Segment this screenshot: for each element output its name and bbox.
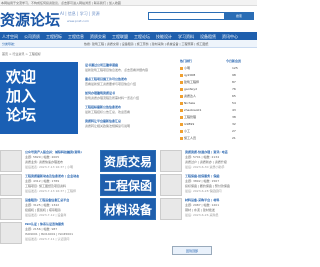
- forum-section: 设备租赁: 工程设备信息汇总平台 主题: 3125 | 帖数: 1342 挖掘机…: [0, 198, 257, 222]
- section-stats: 主题: 2987 | 帖数: 1201: [185, 203, 220, 207]
- section-desc: 钢材 | 水泥 | 建材批发: [185, 208, 215, 212]
- section-last-post[interactable]: 最后发表: 2023-7-13 16:37 | 小明: [25, 165, 73, 169]
- ranking-row[interactable]: zhaobiao01 43: [180, 108, 236, 112]
- top-notice-text: 本网站用于交流学习，不构成任何投资建议，点击即可进入网站浏览 | 联系我们 | …: [1, 1, 121, 5]
- section-title[interactable]: 材料设备·采购平台 | 材料: [185, 198, 219, 202]
- section-thumbnail[interactable]: [0, 150, 22, 172]
- news-list: 证书通过公司互建承诺函 最新建筑工程项目信息发布，点击查看详细内容 重点工程项目…: [81, 62, 175, 134]
- section-desc: 资质业务: 资质快速办理发布: [25, 160, 63, 164]
- section-last-post[interactable]: 最后发表: 2023-7-11 | 认证顾问: [25, 237, 69, 241]
- section-title[interactable]: 工程资质最新动态及信息发布 | 企业动态: [25, 174, 79, 178]
- section-thumbnail[interactable]: [0, 222, 22, 244]
- section-thumbnail[interactable]: [160, 174, 182, 196]
- ranking-head: 热门排行 今日新会员: [178, 58, 255, 64]
- new-members-title[interactable]: 今日新会员: [226, 59, 241, 63]
- section-thumbnail[interactable]: [0, 174, 22, 196]
- section-stats: 主题: 5829 | 帖数: 2005: [25, 155, 60, 159]
- ad-banner[interactable]: 资质交易: [100, 150, 156, 172]
- section-thumbnail[interactable]: [0, 198, 22, 220]
- forum-section: 工程资质最新动态及信息发布 | 企业动态 主题: 4312 | 帖数: 1789…: [0, 174, 257, 198]
- ad-banner[interactable]: 工程保函: [100, 174, 156, 196]
- ad-banner[interactable]: 材料设备: [100, 198, 156, 220]
- user-icon: [180, 87, 183, 91]
- user-icon: [180, 115, 183, 119]
- section-stats: 主题: 3892 | 帖数: 1567: [185, 179, 220, 183]
- section-last-post[interactable]: 最后: 2023-6-26 采购员: [185, 213, 218, 217]
- user-icon: [180, 129, 183, 133]
- section-last-post[interactable]: 最后: 2023-6-30 资质小助手: [185, 165, 224, 169]
- section-title[interactable]: 工程保函·担保服务 | 保函: [185, 174, 219, 178]
- section-desc: 挖掘机 | 装载机 | 塔吊租赁: [25, 208, 61, 212]
- forum-section: 公众号资产入股合并：城际科技融资(资料) 主题: 5829 | 帖数: 2005…: [0, 150, 257, 174]
- section-title[interactable]: 设备租赁: 工程设备信息汇总平台: [25, 198, 69, 202]
- section-desc: 工程项目: 施工图纸及项目资料: [25, 184, 66, 188]
- ranking-panel: 热门排行 今日新会员 小明 125 qy2008 98 建筑工程师 87 gaofei…: [178, 58, 255, 146]
- section-thumbnail[interactable]: [160, 198, 182, 220]
- user-icon: [180, 80, 183, 84]
- section-desc: 资质过户 | 资质新办 | 资质升级: [185, 160, 227, 164]
- section-stats: 主题: 5701 | 帖数: 2134: [185, 155, 220, 159]
- section-stats: 主题: 3125 | 帖数: 1342: [25, 203, 60, 207]
- user-icon: [180, 66, 183, 70]
- news-title[interactable]: 工程招标最新公告信息发布: [85, 105, 121, 109]
- user-icon: [180, 122, 183, 126]
- ranking-row[interactable]: 施工人员 21: [180, 136, 236, 140]
- news-title[interactable]: 如何办理建筑资质证书: [85, 91, 115, 95]
- section-stats: 主题: 2156 | 帖数: 987: [25, 227, 58, 231]
- site-slogan: AI | 信息 | 学习 | 资源: [60, 11, 100, 16]
- breadcrumb[interactable]: 首页 > 行业资讯 > 工程招标: [2, 52, 41, 56]
- news-desc: 资质转让相关政策法规解读与说明: [85, 124, 131, 128]
- section-title[interactable]: 资质资质·快速办理 | 资讯: 电话: [185, 150, 228, 154]
- section-last-post[interactable]: 最后发表: 2023-7-12 | 设备商: [25, 213, 66, 217]
- ranking-row[interactable]: Nichele 54: [180, 101, 236, 105]
- welcome-banner[interactable]: 欢迎 加入 论坛: [0, 62, 78, 134]
- section-desc: 投标保函 | 履约保函 | 预付款保函: [185, 184, 230, 188]
- banner-text: 欢迎 加入 论坛: [6, 68, 37, 124]
- ranking-title[interactable]: 热门排行: [180, 59, 192, 63]
- hot-search-links[interactable]: 热搜: 建筑工程 | 资质交易 | 设备租赁 | 施工劳务 | 建材采购 | 机…: [84, 42, 208, 46]
- main-nav: 人才空间 公司资质 工程招标 工程信息 资质交易 工程联盟 工程论坛 技能设计 …: [0, 32, 257, 40]
- section-desc: ISO9001 | ISO14001 | ISO45001: [25, 232, 74, 236]
- user-icon: [180, 94, 183, 98]
- news-title[interactable]: 证书通过公司互建承诺函: [85, 63, 118, 67]
- sub-nav-label: 分类导航：: [2, 42, 18, 46]
- ranking-row[interactable]: lx9899 32: [180, 122, 236, 126]
- section-last-post[interactable]: 最后: 2023-6-28 保函顾问: [185, 189, 221, 193]
- ranking-row[interactable]: 工程管理 38: [180, 115, 236, 119]
- news-desc: 建筑资质办理流程及所需材料一览表介绍: [85, 96, 140, 100]
- section-title[interactable]: 公众号资产入股合并：城际科技融资(资料): [25, 150, 82, 154]
- site-header: 资源论坛 AI | 信息 | 学习 | 资源 www.pnzt.com 搜索: [0, 6, 257, 32]
- news-desc: 最新工程招标公告汇总，欢迎查看: [85, 110, 131, 114]
- section-thumbnail[interactable]: [160, 150, 182, 172]
- search-button[interactable]: 搜索: [224, 12, 254, 20]
- ranking-row[interactable]: 小工 27: [180, 129, 236, 133]
- site-url: www.pnzt.com: [67, 19, 89, 23]
- user-icon: [180, 108, 183, 112]
- news-title[interactable]: 资质转让平台最新信息汇总: [85, 119, 121, 123]
- sub-nav: 分类导航： 热搜: 建筑工程 | 资质交易 | 设备租赁 | 施工劳务 | 建材…: [0, 40, 257, 48]
- news-desc: 最新建筑工程项目信息发布，点击查看详细内容: [85, 68, 149, 72]
- ranking-row[interactable]: gaofeiyd 76: [180, 87, 236, 91]
- section-last-post[interactable]: 最后发表: 2023-7-13 16:37 | 工程师: [25, 189, 76, 193]
- ranking-row[interactable]: 资质达人 65: [180, 94, 236, 98]
- news-title[interactable]: 重点工程项目施工许可公告发布: [85, 77, 127, 81]
- back-to-top-button[interactable]: 回到顶部: [172, 246, 212, 255]
- ranking-row[interactable]: 小明 125: [180, 66, 238, 70]
- ranking-row[interactable]: 建筑工程师 87: [180, 80, 236, 84]
- section-stats: 主题: 4312 | 帖数: 1789: [25, 179, 60, 183]
- user-icon: [180, 73, 183, 77]
- section-title[interactable]: ISO认证 | 体系认证咨询服务: [25, 222, 64, 226]
- user-icon: [180, 136, 183, 140]
- ranking-row[interactable]: qy2008 98: [180, 73, 236, 77]
- user-icon: [180, 101, 183, 105]
- news-desc: 查看最新施工资质要求与项目信息介绍: [85, 82, 137, 86]
- site-logo[interactable]: 资源论坛: [0, 9, 60, 30]
- forum-section: ISO认证 | 体系认证咨询服务 主题: 2156 | 帖数: 987 ISO9…: [0, 222, 257, 246]
